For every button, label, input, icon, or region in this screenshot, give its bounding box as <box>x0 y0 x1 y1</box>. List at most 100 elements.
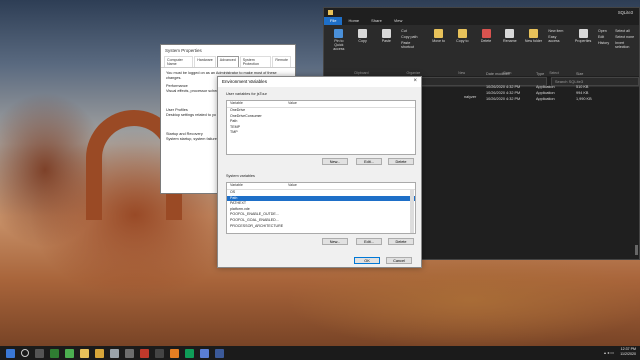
copy-button[interactable]: Copy <box>354 29 372 43</box>
ok-button[interactable]: OK <box>354 257 380 264</box>
file-list: 10/26/2020 4:32 PM Application 510 KB 10… <box>486 84 626 102</box>
window-title: SQLite3 <box>617 10 633 15</box>
col-type[interactable]: Type <box>536 72 544 76</box>
paste-button[interactable]: Paste <box>377 29 395 43</box>
new-folder-button[interactable]: New folder <box>525 29 543 43</box>
group-select: Select <box>549 71 559 75</box>
delete-icon <box>481 29 491 38</box>
desktop-scrollbar[interactable] <box>635 245 638 255</box>
new-small-actions: New item Easy access <box>548 29 568 43</box>
tab-system-protection[interactable]: System Protection <box>239 56 272 67</box>
new-item-button[interactable]: New item <box>548 29 568 33</box>
app-icon[interactable] <box>95 348 104 358</box>
paste-icon <box>381 29 391 38</box>
new-folder-icon <box>529 29 539 38</box>
system-variables-label: System variables <box>226 174 255 178</box>
excel-icon[interactable] <box>50 348 59 358</box>
invert-selection-button[interactable]: Invert selection <box>615 41 639 49</box>
group-new: New <box>458 71 466 75</box>
settings-icon[interactable] <box>200 348 209 358</box>
cut-button[interactable]: Cut <box>401 29 424 33</box>
title-bar: SQLite3 <box>324 8 639 17</box>
paste-shortcut-button[interactable]: Paste shortcut <box>401 41 424 49</box>
app-icon[interactable] <box>140 348 149 358</box>
pin-button[interactable]: Pin to Quick access <box>330 29 348 51</box>
tab-computer-name[interactable]: Computer Name <box>164 56 194 67</box>
rename-button[interactable]: Rename <box>501 29 519 43</box>
partial-file-name: nalyzer <box>464 95 477 99</box>
edit-button[interactable]: Edit <box>598 35 609 39</box>
task-view-icon[interactable] <box>35 348 44 358</box>
list-item[interactable]: TMP <box>227 130 415 136</box>
window-title: System Properties <box>165 48 202 53</box>
col-date-modified[interactable]: Date modified <box>486 72 509 76</box>
list-header: Variable Value <box>227 101 415 108</box>
tab-remote[interactable]: Remote <box>272 56 291 67</box>
clipboard-small-actions: Cut Copy path Paste shortcut <box>401 29 424 49</box>
user-new-button[interactable]: New... <box>322 158 348 165</box>
dialog-title: Environment Variables <box>218 77 421 87</box>
rename-icon <box>505 29 515 38</box>
environment-variables-dialog: Environment Variables × User variables f… <box>217 76 422 268</box>
system-tray-icons[interactable]: ▴ ◂ ▭ <box>604 350 614 355</box>
control-panel-icon[interactable] <box>215 348 224 358</box>
list-item[interactable]: PROCESSOR_ARCHITECTURE <box>227 224 415 230</box>
clock[interactable]: 12:37 PM 11/2/2020 <box>620 347 636 357</box>
tab-share[interactable]: Share <box>365 17 388 25</box>
taskbar: ▴ ◂ ▭ 12:37 PM 11/2/2020 <box>0 346 640 360</box>
tab-advanced[interactable]: Advanced <box>216 56 239 67</box>
ribbon-tabs: File Home Share View <box>324 17 639 25</box>
col-value[interactable]: Value <box>285 183 297 189</box>
app-icon[interactable] <box>170 348 179 358</box>
properties-button[interactable]: Properties <box>574 29 592 43</box>
history-button[interactable]: History <box>598 41 609 45</box>
open-button[interactable]: Open <box>598 29 609 33</box>
system-new-button[interactable]: New... <box>322 238 348 245</box>
list-header: Variable Value <box>227 183 415 190</box>
terminal-icon[interactable] <box>155 348 164 358</box>
select-small-actions: Select all Select none Invert selection <box>615 29 639 49</box>
user-variables-list[interactable]: Variable Value OneDrive OneDriveConsumer… <box>226 100 416 155</box>
system-variables-list[interactable]: Variable Value OS Path PATHEXT platform.… <box>226 182 416 234</box>
app-icon[interactable] <box>65 348 74 358</box>
search-icon[interactable] <box>21 349 29 357</box>
tab-bar: Computer Name Hardware Advanced System P… <box>161 56 295 68</box>
copy-to-icon <box>457 29 467 38</box>
app-icon[interactable] <box>110 348 119 358</box>
delete-button[interactable]: Delete <box>477 29 495 43</box>
start-icon[interactable] <box>6 348 15 358</box>
move-icon <box>434 29 444 38</box>
open-small-actions: Open Edit History <box>598 29 609 45</box>
col-variable[interactable]: Variable <box>227 101 285 107</box>
app-icon[interactable] <box>185 348 194 358</box>
file-row[interactable]: 10/26/2020 4:32 PM Application 1,990 KB <box>486 96 626 102</box>
system-edit-button[interactable]: Edit... <box>356 238 382 245</box>
move-to-button[interactable]: Move to <box>430 29 448 43</box>
col-size[interactable]: Size <box>576 72 583 76</box>
copy-to-button[interactable]: Copy to <box>454 29 472 43</box>
clock-date: 11/2/2020 <box>620 352 636 356</box>
pin-icon <box>334 29 344 38</box>
close-icon[interactable]: × <box>413 78 417 84</box>
tab-file[interactable]: File <box>324 17 343 25</box>
system-delete-button[interactable]: Delete <box>388 238 414 245</box>
scrollbar[interactable] <box>410 189 414 233</box>
user-variables-label: User variables for jsTour <box>226 92 267 96</box>
select-none-button[interactable]: Select none <box>615 35 639 39</box>
col-variable[interactable]: Variable <box>227 183 285 189</box>
user-edit-button[interactable]: Edit... <box>356 158 382 165</box>
tab-hardware[interactable]: Hardware <box>194 56 216 67</box>
app-icon[interactable] <box>125 348 134 358</box>
copy-icon <box>358 29 368 38</box>
properties-icon <box>578 29 588 38</box>
ribbon: Pin to Quick access Copy Paste Cut Copy … <box>324 25 639 71</box>
easy-access-button[interactable]: Easy access <box>548 35 568 43</box>
cancel-button[interactable]: Cancel <box>386 257 412 264</box>
copy-path-button[interactable]: Copy path <box>401 35 424 39</box>
file-explorer-icon[interactable] <box>80 348 89 358</box>
user-delete-button[interactable]: Delete <box>388 158 414 165</box>
select-all-button[interactable]: Select all <box>615 29 639 33</box>
tab-home[interactable]: Home <box>342 17 365 25</box>
tab-view[interactable]: View <box>388 17 409 25</box>
col-value[interactable]: Value <box>285 101 297 107</box>
